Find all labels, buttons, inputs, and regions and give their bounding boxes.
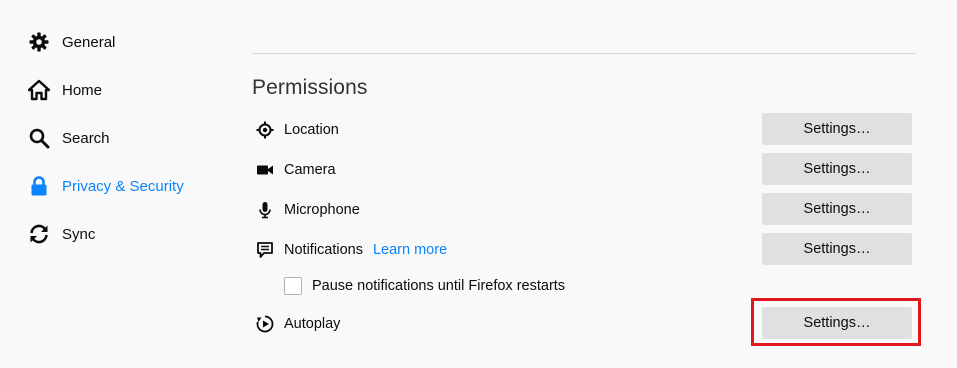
camera-settings-button[interactable]: Settings… bbox=[762, 153, 912, 185]
location-icon bbox=[256, 121, 274, 139]
pause-notifications-checkbox[interactable] bbox=[284, 277, 302, 295]
permission-row-autoplay: Autoplay bbox=[256, 312, 340, 336]
section-divider bbox=[252, 53, 916, 54]
preferences-window: General Home Search Privacy & Security S… bbox=[0, 0, 957, 368]
microphone-settings-button[interactable]: Settings… bbox=[762, 193, 912, 225]
sidebar: General Home Search Privacy & Security S… bbox=[0, 0, 240, 368]
notifications-icon bbox=[256, 241, 274, 259]
permission-label: Autoplay bbox=[284, 316, 341, 332]
lock-icon bbox=[28, 175, 50, 197]
home-icon bbox=[28, 79, 50, 101]
microphone-icon bbox=[256, 201, 274, 219]
sidebar-item-label: Home bbox=[62, 81, 103, 99]
sync-icon bbox=[28, 223, 50, 245]
sidebar-item-sync[interactable]: Sync bbox=[28, 218, 95, 250]
permission-row-camera: Camera bbox=[256, 158, 336, 182]
sidebar-item-general[interactable]: General bbox=[28, 26, 115, 58]
sidebar-item-privacy-security[interactable]: Privacy & Security bbox=[28, 170, 184, 202]
permission-label: Location bbox=[284, 122, 339, 138]
permission-label: Camera bbox=[284, 162, 336, 178]
gear-icon bbox=[28, 31, 50, 53]
sidebar-item-label: Sync bbox=[62, 225, 96, 243]
permission-row-notifications: Notifications Learn more bbox=[256, 238, 447, 262]
pause-notifications-label[interactable]: Pause notifications until Firefox restar… bbox=[312, 278, 565, 294]
permission-row-location: Location bbox=[256, 118, 339, 142]
camera-icon bbox=[256, 161, 274, 179]
sidebar-item-label: General bbox=[62, 33, 116, 51]
sidebar-item-search[interactable]: Search bbox=[28, 122, 110, 154]
permissions-heading: Permissions bbox=[252, 76, 368, 99]
permission-row-microphone: Microphone bbox=[256, 198, 360, 222]
autoplay-icon bbox=[256, 315, 274, 333]
autoplay-settings-button[interactable]: Settings… bbox=[762, 307, 912, 339]
permission-label: Notifications bbox=[284, 242, 363, 258]
main-content: Permissions Location Settings… Camera Se… bbox=[252, 0, 916, 368]
sidebar-item-home[interactable]: Home bbox=[28, 74, 102, 106]
search-icon bbox=[28, 127, 50, 149]
location-settings-button[interactable]: Settings… bbox=[762, 113, 912, 145]
sidebar-item-label: Search bbox=[62, 129, 110, 147]
learn-more-link[interactable]: Learn more bbox=[373, 242, 447, 258]
sidebar-item-label: Privacy & Security bbox=[62, 177, 184, 195]
permission-label: Microphone bbox=[284, 202, 360, 218]
pause-notifications-row: Pause notifications until Firefox restar… bbox=[284, 275, 565, 297]
notifications-settings-button[interactable]: Settings… bbox=[762, 233, 912, 265]
